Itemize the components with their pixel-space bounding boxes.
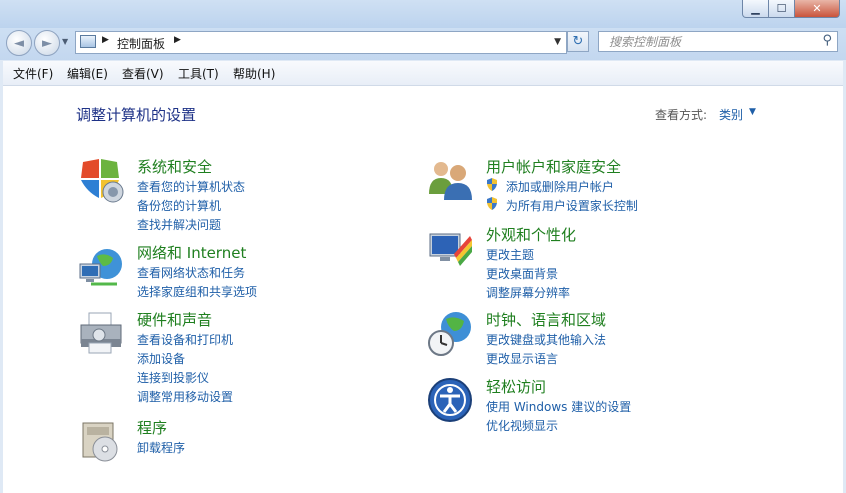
menu-tools[interactable]: 工具(T) <box>178 65 219 82</box>
link-find-fix-problems[interactable]: 查找并解决问题 <box>137 216 245 235</box>
back-arrow-icon: ◄ <box>14 35 24 51</box>
category-title[interactable]: 系统和安全 <box>137 156 212 177</box>
view-by-chevron-icon[interactable]: ▼ <box>749 107 756 117</box>
ease-of-access-icon[interactable] <box>426 376 474 424</box>
users-icon[interactable] <box>426 156 474 204</box>
link-change-input-method[interactable]: 更改键盘或其他输入法 <box>486 331 606 350</box>
link-view-devices-printers[interactable]: 查看设备和打印机 <box>137 331 233 350</box>
category-title[interactable]: 用户帐户和家庭安全 <box>486 156 621 177</box>
breadcrumb-arrow-icon[interactable]: ▶ <box>174 35 181 45</box>
link-view-network-status[interactable]: 查看网络状态和任务 <box>137 264 257 283</box>
link-change-display-language[interactable]: 更改显示语言 <box>486 350 606 369</box>
breadcrumb-arrow-icon[interactable]: ▶ <box>102 35 109 45</box>
menu-view[interactable]: 查看(V) <box>122 65 164 82</box>
refresh-button[interactable]: ↻ <box>567 31 589 52</box>
menu-file[interactable]: 文件(F) <box>13 65 53 82</box>
back-button[interactable]: ◄ <box>6 30 32 56</box>
programs-icon[interactable] <box>77 417 125 465</box>
uac-shield-icon <box>487 197 497 210</box>
view-by-dropdown[interactable]: 类别 <box>719 106 743 123</box>
recent-pages-dropdown[interactable]: ▼ <box>62 37 68 46</box>
link-backup-computer[interactable]: 备份您的计算机 <box>137 197 245 216</box>
search-box[interactable]: ⚲ <box>598 31 838 52</box>
breadcrumb-control-panel[interactable]: 控制面板 <box>117 35 165 52</box>
view-by-label: 查看方式: <box>655 108 708 122</box>
link-recommended-settings[interactable]: 使用 Windows 建议的设置 <box>486 398 631 417</box>
forward-arrow-icon: ► <box>42 35 52 51</box>
refresh-icon: ↻ <box>572 34 584 49</box>
link-uninstall-program[interactable]: 卸载程序 <box>137 439 185 458</box>
uac-shield-icon <box>487 178 497 191</box>
link-change-theme[interactable]: 更改主题 <box>486 246 570 265</box>
close-icon: ✕ <box>812 2 822 15</box>
network-icon[interactable] <box>77 242 125 290</box>
search-icon[interactable]: ⚲ <box>822 33 832 48</box>
main-content: 调整计算机的设置 查看方式: 类别 ▼ 系统和安全 查看您的计算机状态 备份您的… <box>3 86 843 493</box>
printer-icon[interactable] <box>77 309 125 357</box>
menu-help[interactable]: 帮助(H) <box>233 65 275 82</box>
clock-globe-icon[interactable] <box>426 309 474 357</box>
window-controls: ▁ ☐ ✕ <box>742 0 840 18</box>
link-view-computer-status[interactable]: 查看您的计算机状态 <box>137 178 245 197</box>
menu-edit[interactable]: 编辑(E) <box>67 65 108 82</box>
title-bar: ▁ ☐ ✕ <box>0 0 846 28</box>
page-title: 调整计算机的设置 <box>76 106 197 124</box>
link-add-remove-accounts[interactable]: 添加或删除用户帐户 <box>486 178 638 197</box>
link-adjust-resolution[interactable]: 调整屏幕分辨率 <box>486 284 570 303</box>
category-title[interactable]: 轻松访问 <box>486 376 546 397</box>
close-button[interactable]: ✕ <box>795 0 840 18</box>
link-label: 添加或删除用户帐户 <box>505 180 614 194</box>
appearance-icon[interactable] <box>426 224 474 272</box>
link-optimize-visual-display[interactable]: 优化视频显示 <box>486 417 631 436</box>
link-connect-projector[interactable]: 连接到投影仪 <box>137 369 233 388</box>
link-label: 为所有用户设置家长控制 <box>505 199 638 213</box>
search-input[interactable] <box>607 33 811 51</box>
link-change-desktop-background[interactable]: 更改桌面背景 <box>486 265 570 284</box>
menu-bar: 文件(F) 编辑(E) 查看(V) 工具(T) 帮助(H) <box>3 61 843 86</box>
address-bar[interactable]: ▶ 控制面板 ▶ ▼ <box>75 31 567 54</box>
category-title[interactable]: 硬件和声音 <box>137 309 212 330</box>
minimize-button[interactable]: ▁ <box>742 0 769 18</box>
control-panel-icon <box>80 35 96 48</box>
forward-button[interactable]: ► <box>34 30 60 56</box>
category-title[interactable]: 时钟、语言和区域 <box>486 309 606 330</box>
address-dropdown-icon[interactable]: ▼ <box>554 37 561 47</box>
shield-icon[interactable] <box>77 156 125 204</box>
category-title[interactable]: 外观和个性化 <box>486 224 576 245</box>
link-add-device[interactable]: 添加设备 <box>137 350 233 369</box>
maximize-icon: ☐ <box>776 2 787 15</box>
navigation-bar: ◄ ► ▼ ▶ 控制面板 ▶ ▼ ↻ ⚲ <box>0 28 846 60</box>
category-title[interactable]: 网络和 Internet <box>137 242 246 263</box>
minimize-icon: ▁ <box>751 2 760 15</box>
link-homegroup-sharing[interactable]: 选择家庭组和共享选项 <box>137 283 257 302</box>
category-title[interactable]: 程序 <box>137 417 167 438</box>
maximize-button[interactable]: ☐ <box>769 0 795 18</box>
link-parental-controls[interactable]: 为所有用户设置家长控制 <box>486 197 638 216</box>
link-mobility-settings[interactable]: 调整常用移动设置 <box>137 388 233 407</box>
